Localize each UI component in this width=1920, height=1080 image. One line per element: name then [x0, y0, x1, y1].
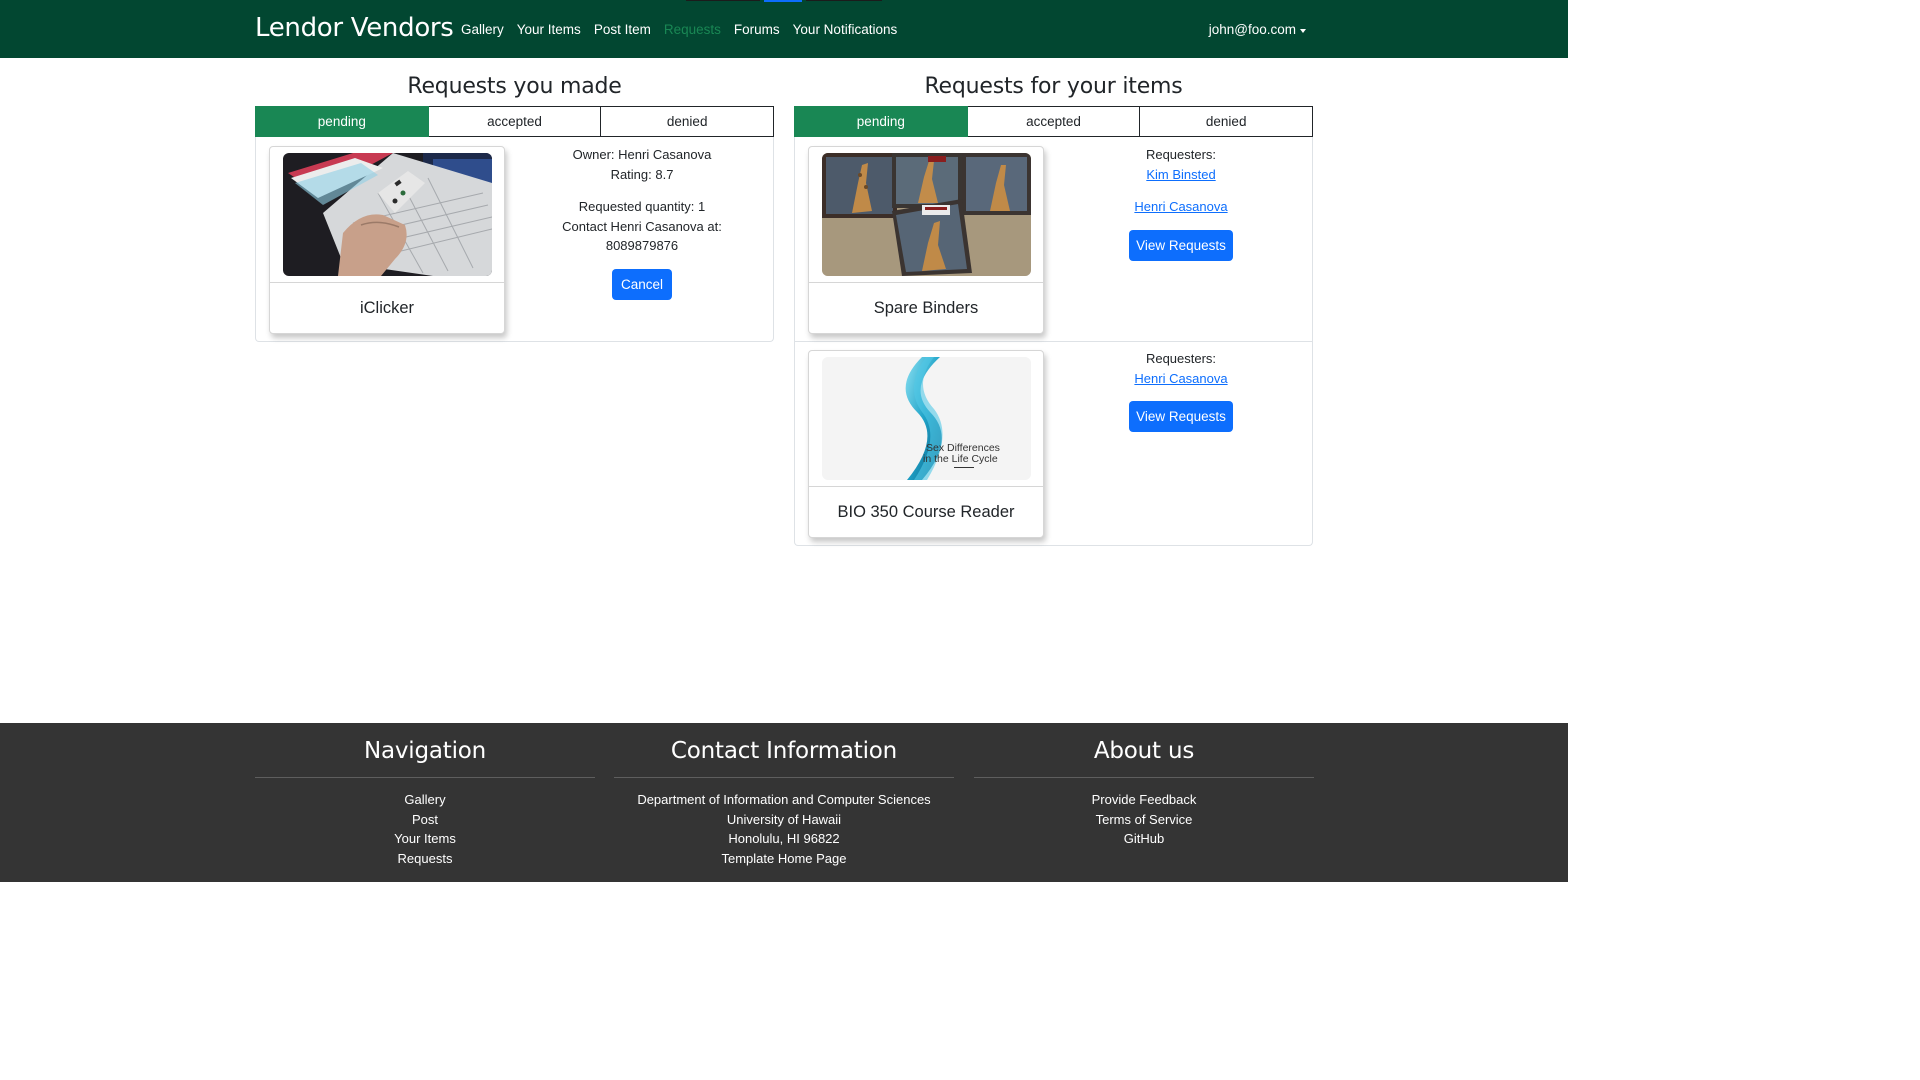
- user-dropdown[interactable]: john@foo.com: [1209, 21, 1306, 39]
- requester-link[interactable]: Henri Casanova: [1079, 197, 1283, 217]
- item-card-spare-binders[interactable]: Spare Binders: [808, 146, 1044, 334]
- item-name: Spare Binders: [873, 299, 979, 317]
- made-tabbar: pending accepted denied: [255, 106, 775, 137]
- requested-quantity-text: Requested quantity: 1: [578, 199, 706, 214]
- nav-link-gallery[interactable]: Gallery: [461, 21, 504, 39]
- for-items-section-title: Requests for your items: [924, 74, 1183, 99]
- footer-contact-title: Contact Information: [670, 738, 898, 764]
- footer-navigation-title: Navigation: [363, 738, 487, 764]
- made-tab-accepted[interactable]: accepted: [428, 106, 602, 137]
- footer-link-feedback[interactable]: Provide Feedback: [974, 790, 1314, 810]
- item-card-iclicker[interactable]: iClicker: [269, 146, 505, 334]
- nav-link-notifications[interactable]: Your Notifications: [793, 21, 898, 39]
- view-requests-button[interactable]: View Requests: [1129, 401, 1233, 432]
- view-requests-button[interactable]: View Requests: [1129, 229, 1233, 261]
- contact-text: Contact Henri Casanova at:: [562, 218, 722, 234]
- spare-binders-image: [822, 153, 1031, 276]
- footer-navigation: Navigation Gallery Post Your Items Reque…: [255, 723, 595, 869]
- footer-department: Department of Information and Computer S…: [637, 792, 931, 807]
- for-items-tab-pending[interactable]: pending: [794, 106, 968, 137]
- nav-links: Gallery Your Items Post Item Requests Fo…: [461, 21, 897, 39]
- item-name: BIO 350 Course Reader: [837, 503, 1015, 521]
- top-navbar: Lendor Vendors Gallery Your Items Post I…: [0, 0, 1568, 58]
- chevron-down-icon: [1300, 28, 1306, 33]
- footer-link-terms[interactable]: Terms of Service: [974, 810, 1314, 830]
- footer-link-requests[interactable]: Requests: [255, 849, 595, 869]
- footer: Navigation Gallery Post Your Items Reque…: [0, 723, 1568, 882]
- nav-link-forums[interactable]: Forums: [734, 21, 780, 39]
- requesters-label: Requesters:: [1145, 147, 1217, 162]
- phone-number: 8089879876: [605, 238, 679, 253]
- item-card-bio-350-course-reader[interactable]: Sex Differences in the Life Cycle BIO 35…: [808, 350, 1044, 538]
- made-section-title: Requests you made: [407, 74, 622, 99]
- footer-link-github[interactable]: GitHub: [974, 829, 1314, 849]
- footer-university: University of Hawaii: [726, 811, 842, 827]
- cancel-button[interactable]: Cancel: [612, 268, 672, 300]
- made-item-info: Owner: Henri Casanova Rating: 8.7 Reques…: [540, 145, 744, 300]
- footer-link-your-items[interactable]: Your Items: [255, 829, 595, 849]
- footer-about: About us Provide Feedback Terms of Servi…: [974, 723, 1314, 849]
- made-tab-denied[interactable]: denied: [601, 106, 775, 137]
- for-items-tab-accepted[interactable]: accepted: [967, 106, 1141, 137]
- spare-binders-requesters: Requesters: Kim Binsted Henri Casanova V…: [1079, 145, 1283, 261]
- user-email: john@foo.com: [1208, 22, 1296, 37]
- item-name: iClicker: [359, 299, 415, 317]
- browser-tab-strip: [686, 0, 882, 2]
- iclicker-image: [283, 153, 492, 276]
- nav-link-post-item[interactable]: Post Item: [594, 21, 651, 39]
- owner-text: Owner: Henri Casanova: [572, 147, 712, 162]
- requester-link[interactable]: Henri Casanova: [1079, 369, 1283, 389]
- bio-350-course-reader-image: Sex Differences in the Life Cycle: [822, 357, 1031, 480]
- requester-link[interactable]: Kim Binsted: [1079, 165, 1283, 185]
- requesters-label: Requesters:: [1145, 351, 1217, 366]
- nav-link-requests[interactable]: Requests: [664, 21, 721, 39]
- brand-logo[interactable]: Lendor Vendors: [255, 12, 454, 44]
- footer-link-gallery[interactable]: Gallery: [255, 790, 595, 810]
- footer-link-template-home[interactable]: Template Home Page: [614, 849, 954, 869]
- rating-text: Rating: 8.7: [610, 166, 674, 182]
- footer-address: Honolulu, HI 96822: [728, 831, 840, 847]
- cover-text: in the Life Cycle: [923, 453, 998, 465]
- bio-350-requesters: Requesters: Henri Casanova View Requests: [1079, 349, 1283, 432]
- for-items-tab-denied[interactable]: denied: [1140, 106, 1314, 137]
- nav-link-your-items[interactable]: Your Items: [517, 21, 581, 39]
- footer-link-post[interactable]: Post: [255, 810, 595, 830]
- made-tab-pending[interactable]: pending: [255, 106, 429, 137]
- footer-contact: Contact Information Department of Inform…: [614, 723, 954, 869]
- for-items-tabbar: pending accepted denied: [794, 106, 1314, 137]
- footer-about-title: About us: [1093, 738, 1195, 764]
